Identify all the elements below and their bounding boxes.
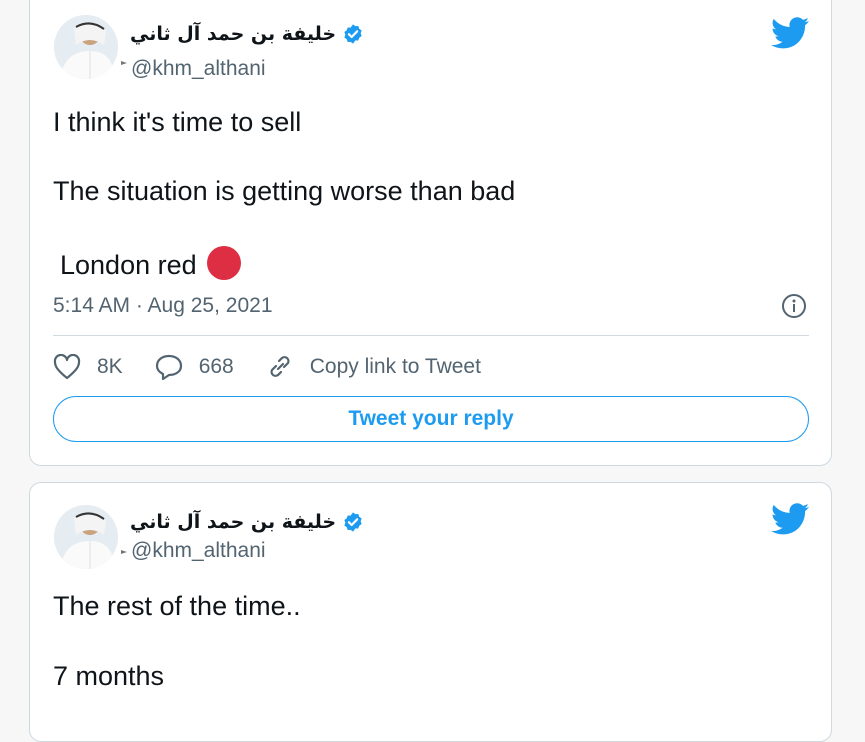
twitter-bird-icon[interactable]	[771, 17, 809, 49]
author-name[interactable]: خليفة بن حمد آل ثاني	[130, 23, 336, 45]
tweet-text-line: The rest of the time..	[53, 591, 301, 621]
like-button[interactable]: 8K	[53, 354, 123, 380]
avatar[interactable]	[54, 15, 118, 79]
tweet-card[interactable]: خليفة بن حمد آل ثاني @khm_althani The re…	[29, 482, 832, 742]
author-handle[interactable]: @khm_althani	[131, 539, 266, 563]
tweet-text-line: I think it's time to sell	[53, 107, 302, 137]
copy-link-button[interactable]: Copy link to Tweet	[266, 354, 481, 380]
heart-icon	[53, 354, 81, 380]
tweet-text-line: The situation is getting worse than bad	[53, 176, 516, 206]
tweet-text-line: 7 months	[53, 661, 165, 691]
tiny-flag-icon	[121, 61, 127, 65]
author-name-row[interactable]: خليفة بن حمد آل ثاني	[130, 511, 364, 533]
verified-badge-icon	[344, 24, 362, 44]
info-icon[interactable]	[781, 293, 807, 319]
like-count: 8K	[97, 355, 123, 378]
tweet-text: London red	[60, 250, 197, 280]
verified-badge-icon	[344, 512, 362, 532]
avatar[interactable]	[54, 505, 118, 569]
twitter-bird-icon[interactable]	[771, 503, 809, 535]
red-circle-emoji	[206, 246, 241, 280]
tweet-your-reply-button[interactable]: Tweet your reply	[53, 396, 809, 442]
copy-link-label: Copy link to Tweet	[309, 355, 481, 378]
timestamp[interactable]: 5:14 AM · Aug 25, 2021	[53, 294, 273, 318]
tweet-card[interactable]: خليفة بن حمد آل ثاني @khm_althani I thin…	[29, 0, 832, 466]
reply-count: 668	[198, 355, 234, 378]
author-name[interactable]: خليفة بن حمد آل ثاني	[130, 511, 336, 533]
tiny-flag-icon	[121, 550, 127, 554]
reply-icon	[155, 354, 182, 380]
tweet-actions: 8K 668 Copy link to Tweet	[53, 354, 513, 380]
tweet-text-line-with-emoji: London red	[60, 246, 241, 281]
author-name-row[interactable]: خليفة بن حمد آل ثاني	[130, 23, 364, 45]
link-icon	[270, 356, 290, 377]
author-handle[interactable]: @khm_althani	[131, 57, 266, 81]
reply-button[interactable]: 668	[155, 354, 234, 380]
divider	[53, 335, 809, 336]
